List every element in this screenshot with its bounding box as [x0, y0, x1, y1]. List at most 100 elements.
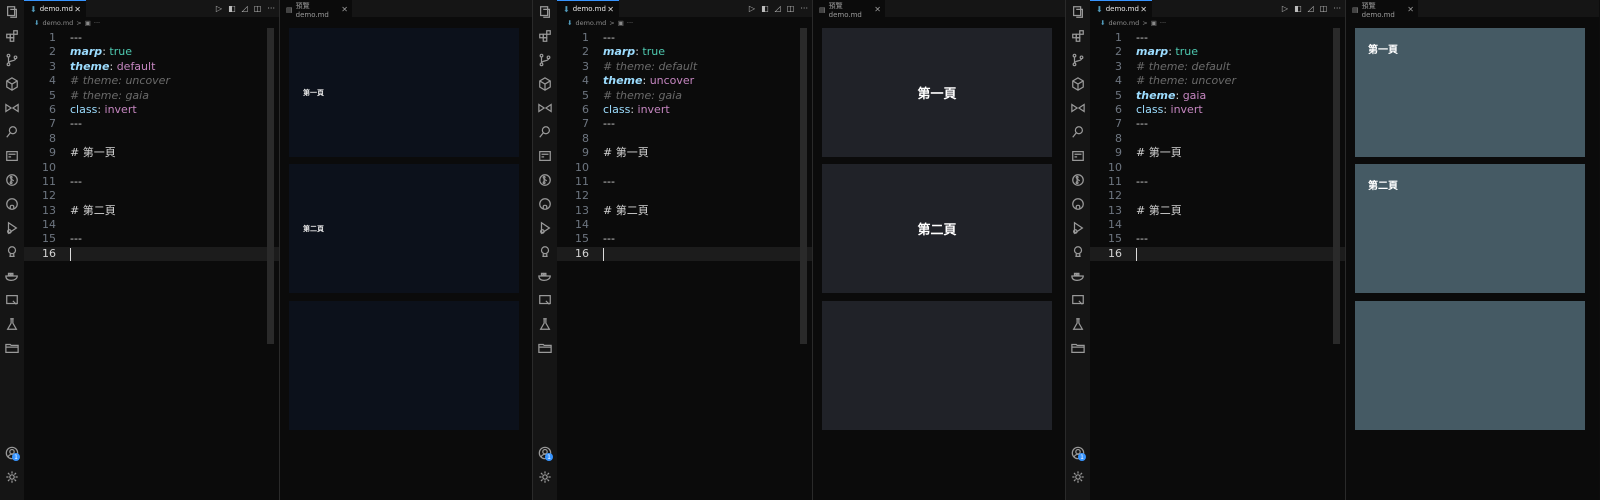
more-actions-icon[interactable]: ···	[800, 4, 808, 13]
testing-icon[interactable]	[4, 244, 20, 260]
editor-scrollbar[interactable]	[1333, 28, 1340, 344]
extensions-icon[interactable]	[537, 28, 553, 44]
editor-scrollbar[interactable]	[800, 28, 807, 344]
folder-icon[interactable]	[537, 340, 553, 356]
split-editor-icon[interactable]: ◫	[254, 4, 262, 13]
github-icon[interactable]	[537, 196, 553, 212]
breadcrumb-file[interactable]: demo.md	[575, 19, 606, 27]
explorer-icon[interactable]	[537, 4, 553, 20]
live-share-icon[interactable]	[1070, 100, 1086, 116]
flask-icon[interactable]	[4, 316, 20, 332]
editor-scrollbar[interactable]	[267, 28, 274, 344]
editor-tab[interactable]: ⬇ demo.md ✕	[24, 0, 86, 17]
split-editor-icon[interactable]: ◫	[787, 4, 795, 13]
docker-icon[interactable]	[4, 268, 20, 284]
gear-icon[interactable]	[1070, 469, 1086, 485]
package-icon[interactable]	[537, 76, 553, 92]
github-icon[interactable]	[1070, 196, 1086, 212]
flask-icon[interactable]	[1070, 316, 1086, 332]
slide-3[interactable]	[289, 301, 519, 430]
slide-2[interactable]: 第二頁	[822, 164, 1052, 293]
run-icon[interactable]: ▷	[749, 4, 755, 13]
git-graph-icon[interactable]	[4, 172, 20, 188]
timeline-icon[interactable]: ◿	[242, 4, 248, 13]
slide-2[interactable]: 第二頁	[1355, 164, 1585, 293]
gear-icon[interactable]	[4, 469, 20, 485]
editor-tab[interactable]: ⬇ demo.md ✕	[557, 0, 619, 17]
testing-icon[interactable]	[537, 244, 553, 260]
breadcrumb-file[interactable]: demo.md	[42, 19, 73, 27]
search-icon[interactable]	[4, 124, 20, 140]
docker-icon[interactable]	[1070, 268, 1086, 284]
testing-icon[interactable]	[1070, 244, 1086, 260]
symbol-icon[interactable]: ▣	[1151, 19, 1157, 27]
token: :	[1175, 88, 1183, 102]
tab-close-icon[interactable]: ✕	[1140, 5, 1147, 14]
package-icon[interactable]	[4, 76, 20, 92]
slide-1[interactable]: 第一頁	[822, 28, 1052, 157]
tab-close-icon[interactable]: ✕	[1407, 5, 1414, 14]
slide-2[interactable]: 第二頁	[289, 164, 519, 293]
tab-close-icon[interactable]: ✕	[607, 5, 614, 14]
preview-tab[interactable]: ▤ 預覽 demo.md ✕	[1346, 0, 1418, 19]
run-icon[interactable]: ▷	[216, 4, 222, 13]
tab-close-icon[interactable]: ✕	[874, 5, 881, 14]
preview-side-icon[interactable]: ◧	[228, 4, 236, 13]
folder-icon[interactable]	[1070, 340, 1086, 356]
extensions-icon[interactable]	[4, 28, 20, 44]
remote-icon[interactable]	[537, 148, 553, 164]
symbol-icon[interactable]: ▣	[618, 19, 624, 27]
slide-3[interactable]	[822, 301, 1052, 430]
symbol-icon[interactable]: ▣	[85, 19, 91, 27]
git-graph-icon[interactable]	[1070, 172, 1086, 188]
code-area[interactable]: 1 --- 2 marp: true 3 # theme: default 4 theme: …	[557, 31, 812, 262]
flask-icon[interactable]	[537, 316, 553, 332]
live-share-icon[interactable]	[4, 100, 20, 116]
slide-3[interactable]	[1355, 301, 1585, 430]
remote-icon[interactable]	[1070, 148, 1086, 164]
breadcrumb-more[interactable]: ···	[1160, 19, 1166, 27]
code-area[interactable]: 1 --- 2 marp: true 3 theme: default 4 # theme: …	[24, 31, 279, 262]
docker-icon[interactable]	[537, 268, 553, 284]
extensions-icon[interactable]	[1070, 28, 1086, 44]
split-editor-icon[interactable]: ◫	[1320, 4, 1328, 13]
folder-icon[interactable]	[4, 340, 20, 356]
explorer-icon[interactable]	[1070, 4, 1086, 20]
slide-1[interactable]: 第一頁	[289, 28, 519, 157]
git-graph-icon[interactable]	[537, 172, 553, 188]
preview-side-icon[interactable]: ◧	[1294, 4, 1302, 13]
search-icon[interactable]	[537, 124, 553, 140]
live-share-icon[interactable]	[537, 100, 553, 116]
explorer-icon[interactable]	[4, 4, 20, 20]
tab-close-icon[interactable]: ✕	[74, 5, 81, 14]
breadcrumb-more[interactable]: ···	[627, 19, 633, 27]
source-control-icon[interactable]	[537, 52, 553, 68]
source-control-icon[interactable]	[1070, 52, 1086, 68]
run-icon[interactable]: ▷	[1282, 4, 1288, 13]
preview-tab[interactable]: ▤ 預覽 demo.md ✕	[280, 0, 352, 19]
search-icon[interactable]	[1070, 124, 1086, 140]
source-control-icon[interactable]	[4, 52, 20, 68]
breadcrumb-file[interactable]: demo.md	[1108, 19, 1139, 27]
timeline-icon[interactable]: ◿	[775, 4, 781, 13]
remote-explorer-icon[interactable]	[4, 292, 20, 308]
editor-tab[interactable]: ⬇ demo.md ✕	[1090, 0, 1152, 17]
remote-explorer-icon[interactable]	[537, 292, 553, 308]
run-debug-icon[interactable]	[537, 220, 553, 236]
more-actions-icon[interactable]: ···	[267, 4, 275, 13]
preview-tab[interactable]: ▤ 預覽 demo.md ✕	[813, 0, 885, 19]
more-actions-icon[interactable]: ···	[1333, 4, 1341, 13]
tab-close-icon[interactable]: ✕	[341, 5, 348, 14]
timeline-icon[interactable]: ◿	[1308, 4, 1314, 13]
remote-explorer-icon[interactable]	[1070, 292, 1086, 308]
run-debug-icon[interactable]	[4, 220, 20, 236]
slide-1[interactable]: 第一頁	[1355, 28, 1585, 157]
remote-icon[interactable]	[4, 148, 20, 164]
preview-side-icon[interactable]: ◧	[761, 4, 769, 13]
gear-icon[interactable]	[537, 469, 553, 485]
code-area[interactable]: 1 --- 2 marp: true 3 # theme: default 4 # theme…	[1090, 31, 1345, 262]
package-icon[interactable]	[1070, 76, 1086, 92]
github-icon[interactable]	[4, 196, 20, 212]
breadcrumb-more[interactable]: ···	[94, 19, 100, 27]
run-debug-icon[interactable]	[1070, 220, 1086, 236]
